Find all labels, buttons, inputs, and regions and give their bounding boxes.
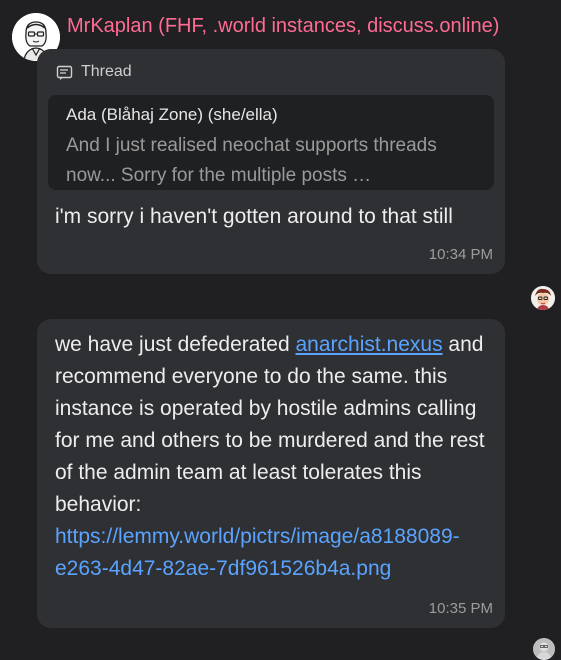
quoted-message[interactable]: Ada (Blåhaj Zone) (she/ella) And I just … [48,95,494,190]
read-receipt-avatar[interactable] [531,286,555,310]
person-face-icon [531,286,555,310]
message-text-part: and recommend everyone to do the same. t… [55,333,485,516]
message-timestamp: 10:34 PM [428,246,493,263]
message-bubble[interactable]: we have just defederated anarchist.nexus… [37,319,505,628]
thread-icon [56,65,73,80]
person-photo-icon [533,638,555,660]
read-receipt-avatar[interactable] [533,638,555,660]
message-bubble[interactable]: Thread Ada (Blåhaj Zone) (she/ella) And … [37,49,505,274]
sender-name[interactable]: MrKaplan (FHF, .world instances, discuss… [67,15,499,38]
quoted-text: And I just realised neochat supports thr… [66,135,437,186]
message-text: i'm sorry i haven't gotten around to tha… [55,205,453,228]
message-text: we have just defederated anarchist.nexus… [55,329,495,585]
thread-label: Thread [81,63,132,80]
message-timestamp: 10:35 PM [428,600,493,617]
instance-link[interactable]: anarchist.nexus [296,333,443,356]
image-url-link[interactable]: https://lemmy.world/pictrs/image/a818808… [55,525,460,580]
thread-indicator[interactable]: Thread [56,63,132,81]
quoted-author: Ada (Blåhaj Zone) (she/ella) [66,105,278,124]
message-text-part: we have just defederated [55,333,296,356]
